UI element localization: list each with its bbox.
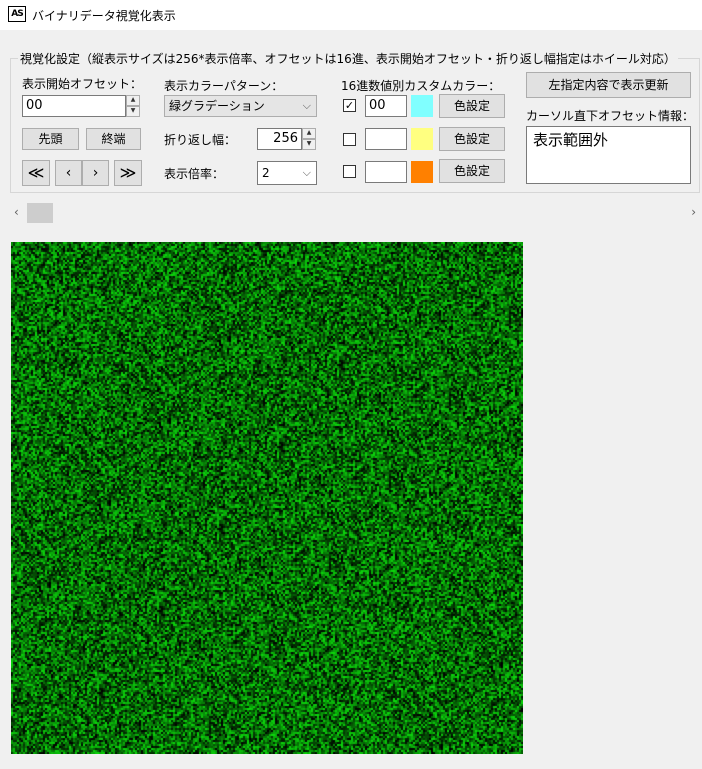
- app-icon: AS: [8, 6, 26, 22]
- spin-up-icon[interactable]: ▲: [126, 95, 140, 106]
- custom-color-3-checkbox[interactable]: [343, 165, 356, 178]
- wrap-width-label: 折り返し幅：: [164, 133, 237, 147]
- custom-color-1-checkbox[interactable]: ✓: [343, 99, 356, 112]
- chevron-down-icon: ⌵: [302, 99, 311, 112]
- settings-caption: 視覚化設定（縦表示サイズは256*表示倍率、オフセットは16進、表示開始オフセッ…: [18, 50, 678, 67]
- chevron-down-icon: ⌵: [302, 166, 311, 179]
- wrap-width-input[interactable]: 256: [257, 128, 302, 150]
- color-pattern-value: 緑グラデーション: [169, 99, 265, 113]
- cursor-info-display: 表示範囲外: [526, 126, 691, 184]
- next-button[interactable]: ›: [82, 160, 109, 186]
- visualization-canvas[interactable]: [11, 242, 523, 754]
- horizontal-scrollbar[interactable]: ‹ ›: [10, 201, 700, 225]
- spin-down-icon[interactable]: ▼: [302, 139, 316, 150]
- binary-visualization[interactable]: [11, 242, 523, 754]
- scroll-right-icon[interactable]: ›: [691, 205, 696, 219]
- start-offset-input[interactable]: 00: [22, 95, 126, 117]
- custom-color-2-checkbox[interactable]: [343, 133, 356, 146]
- custom-color-2-set-button[interactable]: 色設定: [439, 127, 505, 151]
- wrap-width-spinner[interactable]: ▲ ▼: [302, 128, 316, 150]
- scroll-left-icon[interactable]: ‹: [14, 205, 19, 219]
- custom-color-2-hex[interactable]: [365, 128, 407, 150]
- scale-select[interactable]: 2 ⌵: [257, 161, 317, 185]
- scale-label: 表示倍率：: [164, 167, 225, 181]
- custom-color-1-swatch: [411, 95, 433, 117]
- color-pattern-label: 表示カラーパターン：: [164, 79, 284, 93]
- title-bar: AS バイナリデータ視覚化表示: [0, 0, 702, 30]
- custom-color-2-swatch: [411, 128, 433, 150]
- check-mark-icon: ✓: [344, 99, 355, 112]
- refresh-button[interactable]: 左指定内容で表示更新: [526, 72, 691, 98]
- spin-down-icon[interactable]: ▼: [126, 106, 140, 117]
- scrollbar-thumb[interactable]: [27, 203, 53, 223]
- spin-up-icon[interactable]: ▲: [302, 128, 316, 139]
- scale-value: 2: [262, 166, 270, 180]
- prev-button[interactable]: ‹: [55, 160, 82, 186]
- custom-color-3-hex[interactable]: [365, 161, 407, 183]
- custom-color-1-set-button[interactable]: 色設定: [439, 94, 505, 118]
- cursor-info-label: カーソル直下オフセット情報：: [526, 109, 695, 123]
- start-offset-spinner[interactable]: ▲ ▼: [126, 95, 140, 117]
- first-page-button[interactable]: ≪: [22, 160, 50, 186]
- custom-color-1-hex[interactable]: 00: [365, 95, 407, 117]
- custom-color-3-swatch: [411, 161, 433, 183]
- custom-color-3-set-button[interactable]: 色設定: [439, 159, 505, 183]
- head-button[interactable]: 先頭: [22, 128, 79, 150]
- color-pattern-select[interactable]: 緑グラデーション ⌵: [164, 95, 317, 117]
- start-offset-label: 表示開始オフセット：: [22, 77, 143, 91]
- window-title: バイナリデータ視覚化表示: [32, 9, 176, 23]
- last-page-button[interactable]: ≫: [114, 160, 142, 186]
- custom-color-label: 16進数値別カスタムカラー：: [341, 79, 501, 93]
- end-button[interactable]: 終端: [86, 128, 141, 150]
